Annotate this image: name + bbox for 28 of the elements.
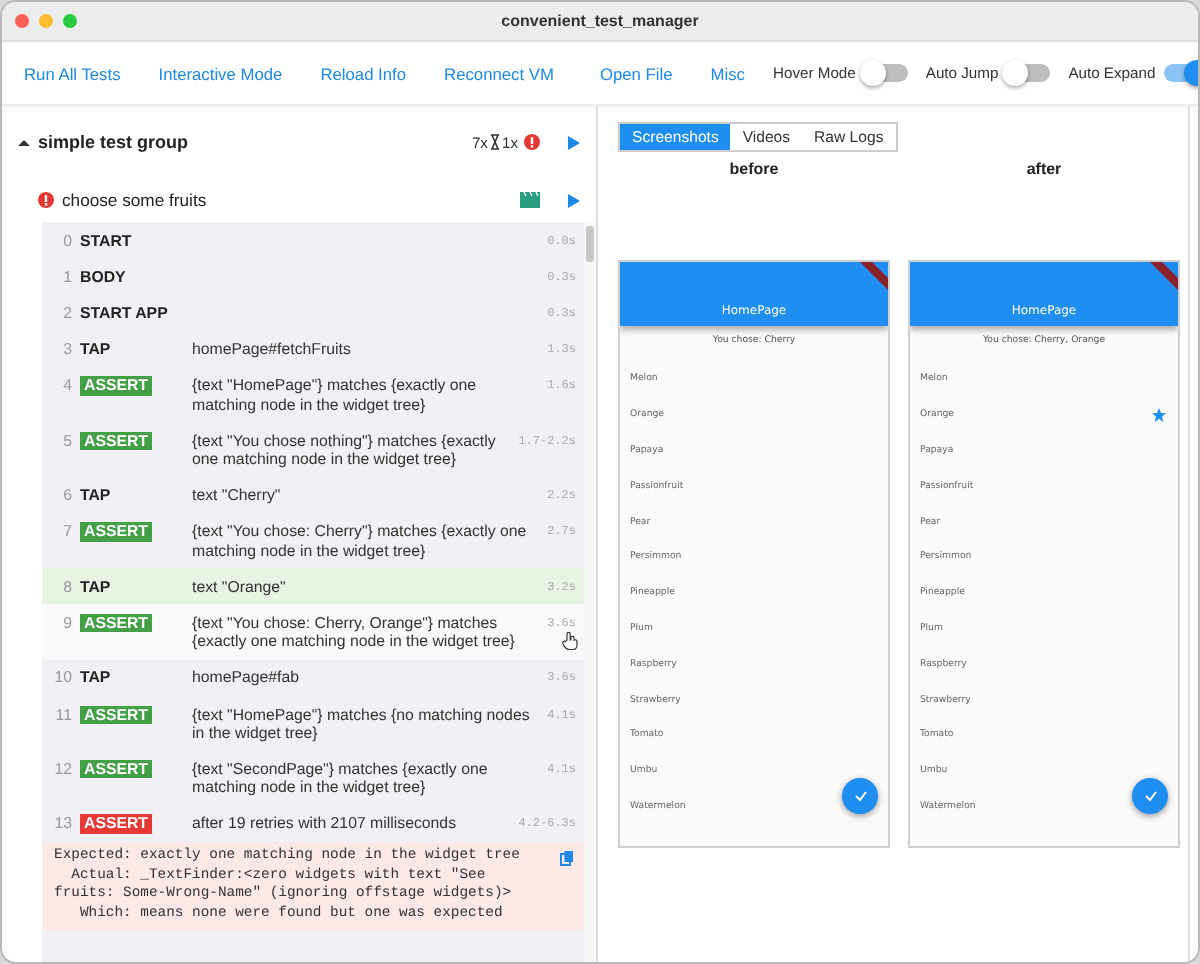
toggle-switch[interactable] [863,64,908,82]
play-icon[interactable] [568,193,580,207]
toolbar-link[interactable]: Interactive Mode [158,63,283,83]
error-icon [524,134,540,150]
toggle-switch[interactable] [1163,64,1198,82]
window-title: convenient_test_manager [501,12,699,30]
screenshot-caption: before [729,160,779,178]
toolbar-link[interactable]: Open File [599,63,673,83]
test-name: choose some fruits [62,190,209,210]
toggle-switch[interactable] [1006,64,1051,82]
toolbar-link[interactable]: Run All Tests [24,63,121,83]
window-controls-icon[interactable] [14,12,82,30]
toolbar-link[interactable]: Misc [710,63,745,83]
check-fab[interactable] [1132,778,1168,814]
toolbar-link[interactable]: Reload Info [320,63,407,83]
check-fab[interactable] [842,778,878,814]
collapse-caret-icon[interactable] [18,137,30,147]
group-name: simple test group [38,132,191,152]
copy-icon[interactable] [560,850,574,867]
toolbar-link[interactable]: Reconnect VM [444,63,554,83]
star-icon[interactable] [1152,408,1166,423]
video-clapper-icon[interactable] [520,192,540,208]
check-icon [1143,790,1157,802]
check-icon [853,790,867,802]
play-icon[interactable] [568,135,580,149]
pointer-hand-icon [562,632,578,651]
hourglass-icon [489,134,500,150]
screenshot-caption: after [1026,160,1062,178]
